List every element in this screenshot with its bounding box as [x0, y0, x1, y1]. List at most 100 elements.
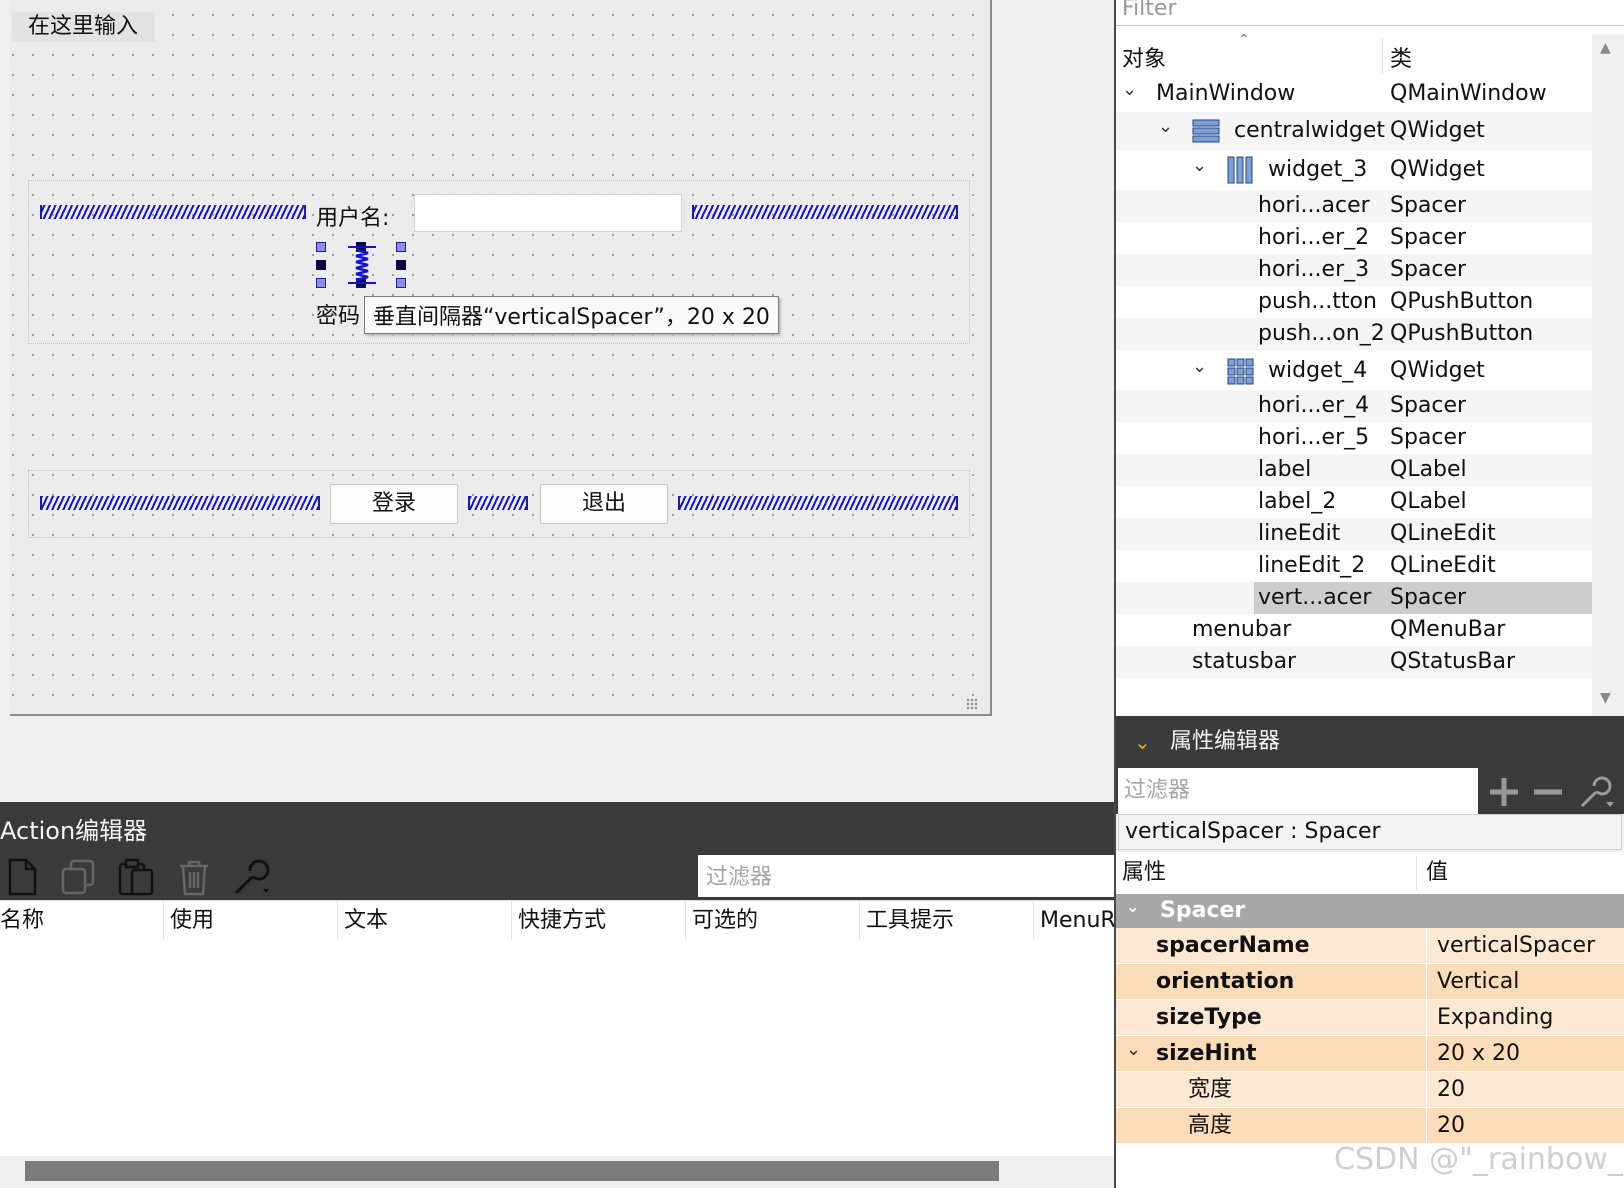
selection-handle[interactable]	[396, 278, 406, 288]
selection-handle[interactable]	[316, 278, 326, 288]
vertical-scrollbar[interactable]: ▲ ▼	[1592, 34, 1624, 716]
watermark: CSDN @"_rainbow_"	[1334, 1142, 1624, 1177]
delete-icon[interactable]	[174, 857, 214, 897]
column-header[interactable]: 快捷方式	[512, 901, 686, 941]
scroll-down-icon[interactable]: ▼	[1600, 690, 1611, 706]
tree-row[interactable]: push...on_2 QPushButton	[1116, 318, 1592, 350]
tree-row[interactable]: ⌄ widget_3 QWidget	[1116, 150, 1592, 190]
action-filter-input[interactable]: 过滤器	[698, 855, 1114, 897]
tree-object-class: Spacer	[1390, 225, 1467, 250]
property-row[interactable]: 高度 20	[1116, 1108, 1624, 1144]
selection-handle[interactable]	[396, 242, 406, 252]
tree-row[interactable]: hori...er_4 Spacer	[1116, 390, 1592, 422]
horizontal-spacer[interactable]	[40, 496, 320, 510]
tree-object-class: Spacer	[1390, 257, 1467, 282]
tree-row[interactable]: hori...er_5 Spacer	[1116, 422, 1592, 454]
column-header[interactable]: 文本	[338, 901, 512, 941]
tree-object-class: QMenuBar	[1390, 617, 1506, 642]
tree-row[interactable]: ⌄ widget_4 QWidget	[1116, 352, 1592, 390]
tree-row[interactable]: menubar QMenuBar	[1116, 614, 1592, 646]
selection-handle[interactable]	[316, 260, 326, 270]
property-name: 宽度	[1188, 1077, 1233, 1102]
tree-row[interactable]: statusbar QStatusBar	[1116, 646, 1592, 678]
scroll-up-icon[interactable]: ▲	[1600, 40, 1611, 56]
expand-chevron-icon[interactable]: ⌄	[1192, 146, 1207, 186]
tree-row[interactable]: lineEdit_2 QLineEdit	[1116, 550, 1592, 582]
property-row[interactable]: 宽度 20	[1116, 1072, 1624, 1108]
horizontal-spacer[interactable]	[40, 205, 306, 219]
expand-chevron-icon[interactable]: ⌄	[1192, 348, 1207, 386]
column-header[interactable]: MenuR	[1034, 901, 1114, 941]
action-table-body[interactable]	[0, 940, 1114, 1156]
tree-row[interactable]: ⌄ centralwidget QWidget	[1116, 112, 1592, 150]
property-value[interactable]: Expanding	[1426, 1000, 1624, 1035]
column-header[interactable]: 工具提示	[860, 901, 1034, 941]
minus-icon[interactable]	[1532, 776, 1564, 808]
selection-handle[interactable]	[396, 260, 406, 270]
expand-chevron-icon[interactable]: ⌄	[1158, 108, 1173, 146]
tree-row[interactable]: lineEdit QLineEdit	[1116, 518, 1592, 550]
tree-object-name: lineEdit	[1258, 521, 1341, 546]
column-header[interactable]: 使用	[164, 901, 338, 941]
property-value[interactable]: 20 x 20	[1426, 1036, 1624, 1071]
tree-row[interactable]: label QLabel	[1116, 454, 1592, 486]
horizontal-spacer[interactable]	[692, 205, 958, 219]
password-label: 密码	[316, 304, 361, 329]
exit-button[interactable]: 退出	[540, 484, 668, 524]
expand-chevron-icon[interactable]: ⌄	[1122, 72, 1137, 108]
property-filter-input[interactable]: 过滤器	[1118, 768, 1478, 814]
tree-row[interactable]: push...tton QPushButton	[1116, 286, 1592, 318]
paste-icon[interactable]	[116, 857, 156, 897]
new-icon[interactable]	[2, 857, 42, 897]
property-value[interactable]: Vertical	[1426, 964, 1624, 999]
column-header[interactable]: 名称	[0, 901, 164, 941]
tree-row[interactable]: label_2 QLabel	[1116, 486, 1592, 518]
wrench-icon[interactable]	[1578, 774, 1616, 810]
tree-object-class: QPushButton	[1390, 321, 1534, 346]
column-header[interactable]: 类	[1390, 34, 1412, 78]
chevron-down-icon[interactable]: ⌄	[1126, 890, 1139, 924]
tooltip: 垂直间隔器“verticalSpacer”，20 x 20	[364, 296, 779, 334]
tree-row[interactable]: hori...er_3 Spacer	[1116, 254, 1592, 286]
copy-icon[interactable]	[58, 857, 98, 897]
tree-object-name: lineEdit_2	[1258, 553, 1366, 578]
wrench-icon[interactable]	[232, 857, 272, 897]
tree-object-class: QLabel	[1390, 489, 1467, 514]
property-name: orientation	[1156, 969, 1295, 994]
column-divider	[1416, 856, 1417, 890]
column-header[interactable]: 可选的	[686, 901, 860, 941]
property-group-label: Spacer	[1160, 898, 1246, 923]
form-canvas[interactable]	[10, 0, 992, 716]
property-row[interactable]: ⌄ sizeHint 20 x 20	[1116, 1036, 1624, 1072]
expand-chevron-icon[interactable]: ⌄	[1126, 1032, 1141, 1068]
property-row[interactable]: spacerName verticalSpacer	[1116, 928, 1624, 964]
username-line-edit[interactable]	[414, 194, 682, 232]
tree-object-class: Spacer	[1390, 425, 1467, 450]
property-value[interactable]: 20	[1426, 1072, 1624, 1107]
property-row[interactable]: orientation Vertical	[1116, 964, 1624, 1000]
tree-row[interactable]: hori...er_2 Spacer	[1116, 222, 1592, 254]
property-row[interactable]: sizeType Expanding	[1116, 1000, 1624, 1036]
chevron-down-icon[interactable]: ⌄	[1134, 716, 1151, 768]
scrollbar-thumb[interactable]	[25, 1161, 999, 1181]
tree-object-class: Spacer	[1390, 393, 1467, 418]
object-filter-input[interactable]: Filter	[1116, 0, 1624, 26]
horizontal-spacer[interactable]	[468, 496, 528, 510]
property-value[interactable]: verticalSpacer	[1426, 928, 1624, 963]
tree-row[interactable]: vert...acer Spacer	[1116, 582, 1592, 614]
tree-object-name: hori...er_2	[1258, 225, 1370, 250]
property-group-spacer[interactable]: ⌄ Spacer	[1116, 894, 1624, 928]
login-button[interactable]: 登录	[330, 484, 458, 524]
property-value[interactable]: 20	[1426, 1108, 1624, 1143]
column-header[interactable]: 属性	[1122, 852, 1166, 894]
tree-row[interactable]: hori...acer Spacer	[1116, 190, 1592, 222]
menu-type-here[interactable]: 在这里输入	[12, 12, 155, 42]
selection-handle[interactable]	[316, 242, 326, 252]
plus-icon[interactable]	[1488, 776, 1520, 808]
column-header[interactable]: 值	[1426, 852, 1448, 894]
tree-object-name: hori...er_4	[1258, 393, 1370, 418]
resize-grip[interactable]	[966, 698, 978, 710]
horizontal-spacer[interactable]	[678, 496, 958, 510]
tree-row[interactable]: ⌄ MainWindow QMainWindow	[1116, 76, 1592, 112]
vertical-spacer-selected[interactable]	[316, 242, 406, 288]
